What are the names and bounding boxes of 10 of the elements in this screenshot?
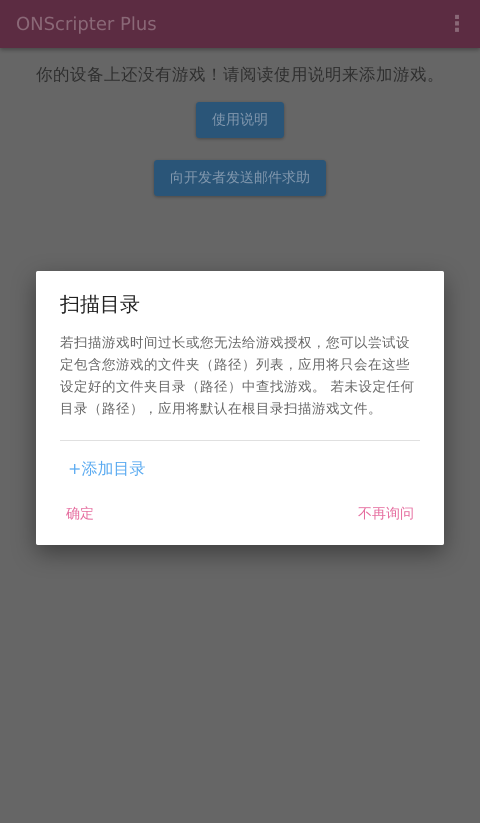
page-button[interactable]: 使用说明 xyxy=(196,102,284,138)
app-title: ONScripter Plus xyxy=(16,14,157,34)
empty-message: 你的设备上还没有游戏！请阅读使用说明来添加游戏。 xyxy=(36,64,444,86)
dialog-message: 若扫描游戏时间过长或您无法给游戏授权，您可以尝试设定包含您游戏的文件夹（路径）列表，应用将只会在这些设定好的文件夹目录（路径）中查找游戏。 若未设定任何目录（路径），应用将默认在根目录扫描游戏文件。 xyxy=(60,334,416,419)
dialog-action-button[interactable]: 确定 xyxy=(60,499,100,529)
menu-button[interactable]: ⋮ xyxy=(442,12,472,36)
add-directory-link[interactable]: +添加目录 xyxy=(60,455,154,484)
dialog-title: 扫描目录 xyxy=(60,291,141,318)
page-button[interactable]: 向开发者发送邮件求助 xyxy=(154,160,326,196)
dialog-action-button[interactable]: 不再询问 xyxy=(352,499,420,529)
